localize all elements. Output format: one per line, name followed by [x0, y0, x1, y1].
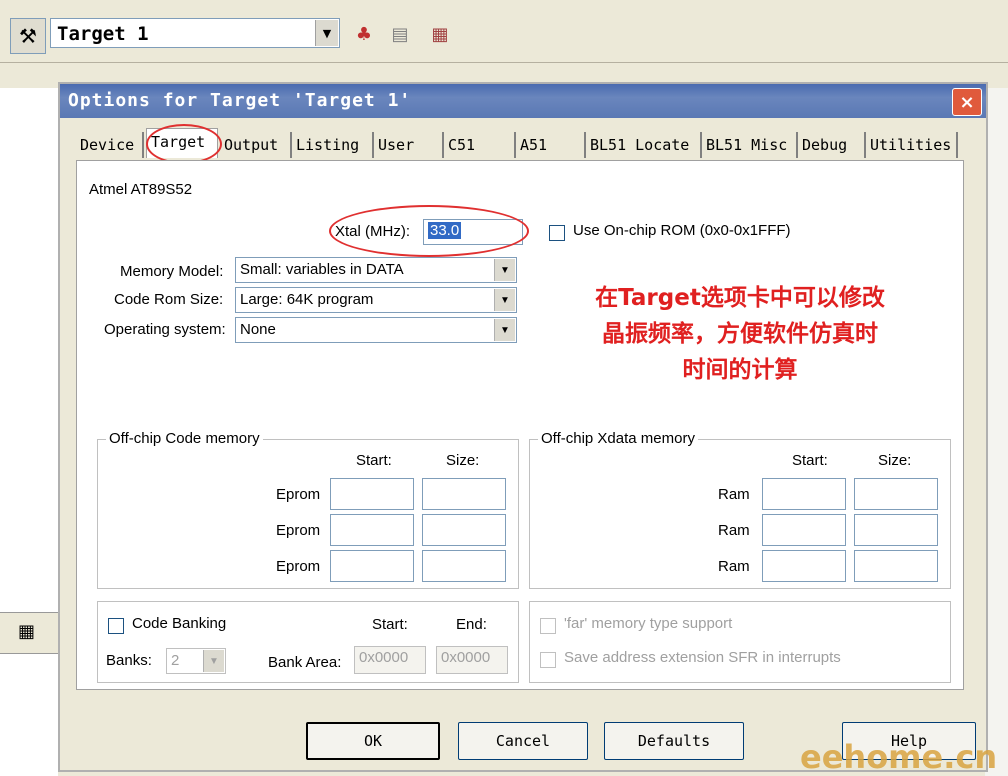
far-memory-label: 'far' memory type support [564, 615, 733, 632]
ram-size-input[interactable] [854, 550, 938, 582]
bank-end-input[interactable]: 0x0000 [436, 646, 508, 674]
far-memory-checkbox[interactable] [540, 618, 556, 634]
ram-size-input[interactable] [854, 478, 938, 510]
ram-label: Ram [718, 522, 750, 539]
options-dialog: Options for Target 'Target 1' × Device T… [58, 82, 988, 772]
highlight-ellipse-xtal [329, 205, 529, 257]
bank-end-label: End: [456, 616, 487, 633]
tab-bl51-locate[interactable]: BL51 Locate [586, 132, 702, 158]
code-banking-label: Code Banking [132, 615, 227, 632]
ide-editor-edge [985, 88, 1008, 776]
code-rom-label: Code Rom Size: [114, 291, 224, 308]
bank-area-label: Bank Area: [268, 654, 342, 671]
target-select[interactable]: Target 1 ▼ [50, 18, 340, 48]
save-sfr-label: Save address extension SFR in interrupts [564, 649, 841, 666]
annotation-line: 在Target选项卡中可以修改 [595, 285, 885, 311]
chevron-down-icon[interactable]: ▼ [494, 259, 515, 281]
chevron-down-icon[interactable]: ▼ [315, 20, 338, 46]
target-options-icon[interactable]: ⚒ [10, 18, 46, 54]
watermark: eehome.cn [800, 738, 998, 776]
banks-value: 2 [171, 652, 180, 669]
bank-start-value: 0x0000 [359, 649, 409, 666]
bank-end-value: 0x0000 [441, 649, 491, 666]
code-banking-group: Code Banking Start: End: Banks: 2 ▼ Bank… [97, 601, 519, 683]
components-icon[interactable]: ♣ [352, 22, 376, 46]
close-icon[interactable]: × [952, 88, 982, 116]
eprom-size-input[interactable] [422, 550, 506, 582]
eprom-label: Eprom [276, 522, 321, 539]
offchip-xdata-title: Off-chip Xdata memory [538, 430, 698, 447]
memory-model-value: Small: variables in DATA [240, 261, 404, 278]
eprom-size-input[interactable] [422, 514, 506, 546]
annotation-line: 时间的计算 [682, 357, 798, 383]
ide-toolbar: ⚒ Target 1 ▼ ♣ ▤ ▦ [0, 0, 1008, 63]
code-rom-value: Large: 64K program [240, 291, 374, 308]
tab-c51[interactable]: C51 [444, 132, 516, 158]
ok-button[interactable]: OK [306, 722, 440, 760]
ide-project-pane [0, 88, 58, 776]
cancel-button[interactable]: Cancel [458, 722, 588, 760]
tab-debug[interactable]: Debug [798, 132, 866, 158]
onchip-rom-checkbox[interactable] [549, 225, 565, 241]
annotation-line: 晶振频率，方便软件仿真时 [602, 321, 878, 347]
save-sfr-checkbox[interactable] [540, 652, 556, 668]
device-name: Atmel AT89S52 [89, 181, 193, 198]
eprom-label: Eprom [276, 558, 321, 575]
eprom-start-input[interactable] [330, 550, 414, 582]
banks-select[interactable]: 2 ▼ [166, 648, 226, 674]
eprom-label: Eprom [276, 486, 321, 503]
tab-user[interactable]: User [374, 132, 444, 158]
build-icon[interactable]: ▦ [428, 22, 452, 46]
ram-start-input[interactable] [762, 478, 846, 510]
tab-a51[interactable]: A51 [516, 132, 586, 158]
code-banking-checkbox[interactable] [108, 618, 124, 634]
dialog-titlebar[interactable]: Options for Target 'Target 1' × [60, 84, 986, 118]
start-label: Start: [356, 452, 392, 469]
chevron-down-icon[interactable]: ▼ [203, 650, 224, 672]
bank-start-input[interactable]: 0x0000 [354, 646, 426, 674]
ide-left-toolbar: ▦ [0, 612, 58, 654]
tab-output[interactable]: Output [220, 132, 292, 158]
offchip-code-group: Off-chip Code memory Start: Size: Eprom … [97, 430, 519, 589]
target-panel: Atmel AT89S52 Xtal (MHz): 33.0 Use On-ch… [76, 160, 964, 690]
tab-utilities[interactable]: Utilities [866, 132, 958, 158]
size-label: Size: [878, 452, 912, 469]
os-value: None [240, 321, 276, 338]
annotation-text: 在Target选项卡中可以修改 晶振频率，方便软件仿真时 时间的计算 [550, 280, 930, 388]
os-select[interactable]: None ▼ [235, 317, 517, 343]
window-icon[interactable]: ▦ [18, 621, 35, 642]
memory-model-select[interactable]: Small: variables in DATA ▼ [235, 257, 517, 283]
ram-label: Ram [718, 486, 750, 503]
defaults-button[interactable]: Defaults [604, 722, 744, 760]
banks-label: Banks: [106, 652, 152, 669]
tab-device[interactable]: Device [76, 132, 144, 158]
eprom-size-input[interactable] [422, 478, 506, 510]
tab-listing[interactable]: Listing [292, 132, 374, 158]
eprom-start-input[interactable] [330, 478, 414, 510]
code-rom-select[interactable]: Large: 64K program ▼ [235, 287, 517, 313]
far-memory-group: 'far' memory type support Save address e… [529, 601, 951, 683]
memory-model-label: Memory Model: [120, 263, 224, 280]
offchip-xdata-group: Off-chip Xdata memory Start: Size: Ram R… [529, 430, 951, 589]
dialog-title: Options for Target 'Target 1' [68, 90, 412, 111]
size-label: Size: [446, 452, 480, 469]
chevron-down-icon[interactable]: ▼ [494, 319, 515, 341]
start-label: Start: [792, 452, 828, 469]
ram-start-input[interactable] [762, 514, 846, 546]
chevron-down-icon[interactable]: ▼ [494, 289, 515, 311]
ram-label: Ram [718, 558, 750, 575]
bank-start-label: Start: [372, 616, 408, 633]
ram-start-input[interactable] [762, 550, 846, 582]
target-select-value: Target 1 [57, 23, 149, 45]
highlight-ellipse-tab [146, 124, 222, 164]
os-label: Operating system: [104, 321, 226, 338]
offchip-code-title: Off-chip Code memory [106, 430, 263, 447]
tab-bl51-misc[interactable]: BL51 Misc [702, 132, 798, 158]
ram-size-input[interactable] [854, 514, 938, 546]
files-icon[interactable]: ▤ [388, 22, 412, 46]
onchip-rom-label: Use On-chip ROM (0x0-0x1FFF) [573, 222, 791, 239]
eprom-start-input[interactable] [330, 514, 414, 546]
